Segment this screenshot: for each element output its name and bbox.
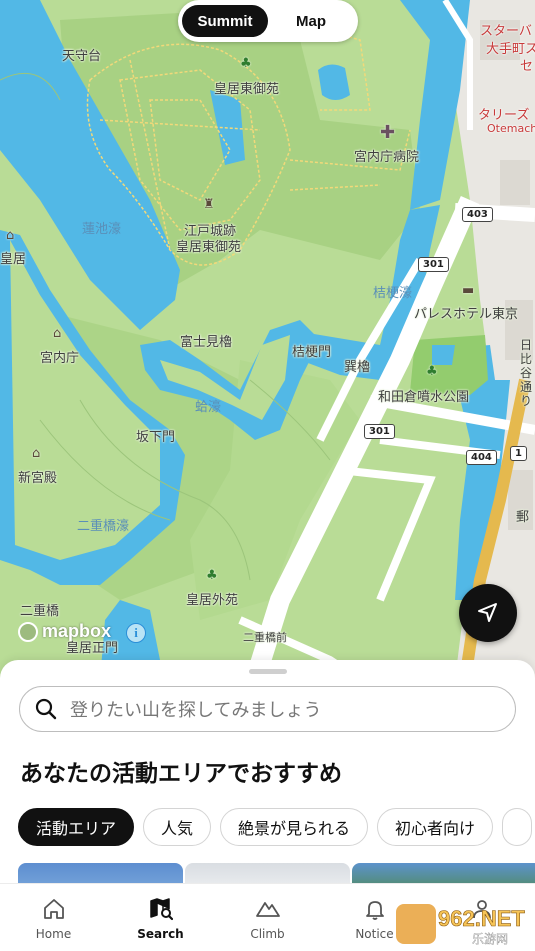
map-label: 坂下門 <box>136 430 176 445</box>
tab-label: Notice <box>355 927 394 941</box>
map-label: 天守台 <box>62 49 102 64</box>
tree-icon: ♣ <box>426 364 438 379</box>
route-shield: 404 <box>466 450 497 465</box>
map-label: 桔梗門 <box>292 345 332 360</box>
mapbox-logo[interactable]: mapbox <box>18 621 111 642</box>
tree-icon: ♣ <box>240 56 252 71</box>
castle-icon: ♜ <box>203 197 215 212</box>
map-label: 蓮池濠 <box>82 222 122 237</box>
hospital-icon: ✚ <box>380 122 396 143</box>
bell-icon <box>365 901 384 920</box>
mapbox-wordmark: mapbox <box>42 621 112 641</box>
map-label: タリーズ <box>478 108 530 123</box>
map-label: 皇居外苑 <box>186 593 239 608</box>
filter-chip-scenic[interactable]: 絶景が見られる <box>220 808 369 846</box>
map-label: 皇居 <box>0 252 27 267</box>
map-search-icon <box>149 898 173 921</box>
map-label: 和田倉噴水公園 <box>378 390 470 405</box>
building-icon: ⌂ <box>6 228 15 243</box>
route-shield: 301 <box>418 257 449 272</box>
summit-toggle-button[interactable]: Summit <box>182 5 268 37</box>
tab-search[interactable]: Search <box>107 884 214 951</box>
attribution-info-icon[interactable]: i <box>126 623 146 643</box>
filter-chip-more[interactable] <box>502 808 533 846</box>
map-label: 宮内庁病院 <box>354 150 420 165</box>
building-icon: ⌂ <box>32 446 41 461</box>
svg-text:962.NET: 962.NET <box>438 906 525 931</box>
tab-home[interactable]: Home <box>0 884 107 951</box>
map-label: 郵 <box>516 510 530 525</box>
home-icon <box>43 899 64 919</box>
route-shield: 1 <box>510 446 527 461</box>
map-view[interactable]: 天守台 皇居東御苑 宮内庁病院 江戸城跡 皇居東御苑 蓮池濠 皇居 宮内庁 富士… <box>0 0 535 680</box>
map-label: 新宮殿 <box>18 471 58 486</box>
map-label: 二重橋濠 <box>77 519 130 534</box>
tab-climb[interactable]: Climb <box>214 884 321 951</box>
mapbox-mark-icon <box>18 621 38 642</box>
map-label: 蛤濠 <box>195 400 222 415</box>
mountain-search-input[interactable]: 登りたい山を探してみましょう <box>19 686 516 732</box>
sheet-drag-handle[interactable] <box>249 669 287 674</box>
search-placeholder: 登りたい山を探してみましょう <box>70 700 322 721</box>
navigation-arrow-icon <box>478 603 497 622</box>
map-label: パレスホテル東京 <box>414 307 519 322</box>
tab-label: Home <box>35 927 72 941</box>
map-toggle-button[interactable]: Map <box>268 5 354 37</box>
tree-icon: ♣ <box>206 568 218 583</box>
map-label: Otemach <box>487 122 535 135</box>
map-label: 宮内庁 <box>40 351 80 366</box>
map-label: 皇居東御苑 <box>214 82 280 97</box>
map-label: 桔梗濠 <box>373 286 413 301</box>
map-label: 日比谷通り <box>520 338 533 408</box>
building-icon: ⌂ <box>53 326 62 341</box>
map-label: 二重橋 <box>20 604 60 619</box>
watermark-logo: 962.NET 乐游网 <box>396 904 526 946</box>
route-shield: 301 <box>364 424 395 439</box>
filter-chip-beginner[interactable]: 初心者向け <box>377 808 494 846</box>
map-label: 巽櫓 <box>344 360 371 375</box>
mountain-icon <box>255 902 280 917</box>
hotel-icon: ▬ <box>462 283 475 298</box>
filter-chip-row: 活動エリア 人気 絶景が見られる 初心者向け <box>18 808 533 846</box>
map-label: スターバ <box>480 24 532 39</box>
map-label: セ <box>520 59 534 74</box>
map-label: 二重橋前 <box>243 631 287 644</box>
filter-chip-activity-area[interactable]: 活動エリア <box>18 808 135 846</box>
locate-me-button[interactable] <box>459 584 517 642</box>
map-label: 富士見櫓 <box>180 335 233 350</box>
tab-label: Climb <box>250 927 285 941</box>
mode-toggle: Summit Map <box>178 0 358 42</box>
map-canvas <box>0 0 535 680</box>
recommend-section-title: あなたの活動エリアでおすすめ <box>20 761 342 787</box>
route-shield: 403 <box>462 207 493 222</box>
map-label: 皇居東御苑 <box>176 240 242 255</box>
svg-text:乐游网: 乐游网 <box>472 932 508 946</box>
search-icon <box>35 698 57 720</box>
tab-label: Search <box>137 927 184 941</box>
filter-chip-popular[interactable]: 人気 <box>143 808 212 846</box>
